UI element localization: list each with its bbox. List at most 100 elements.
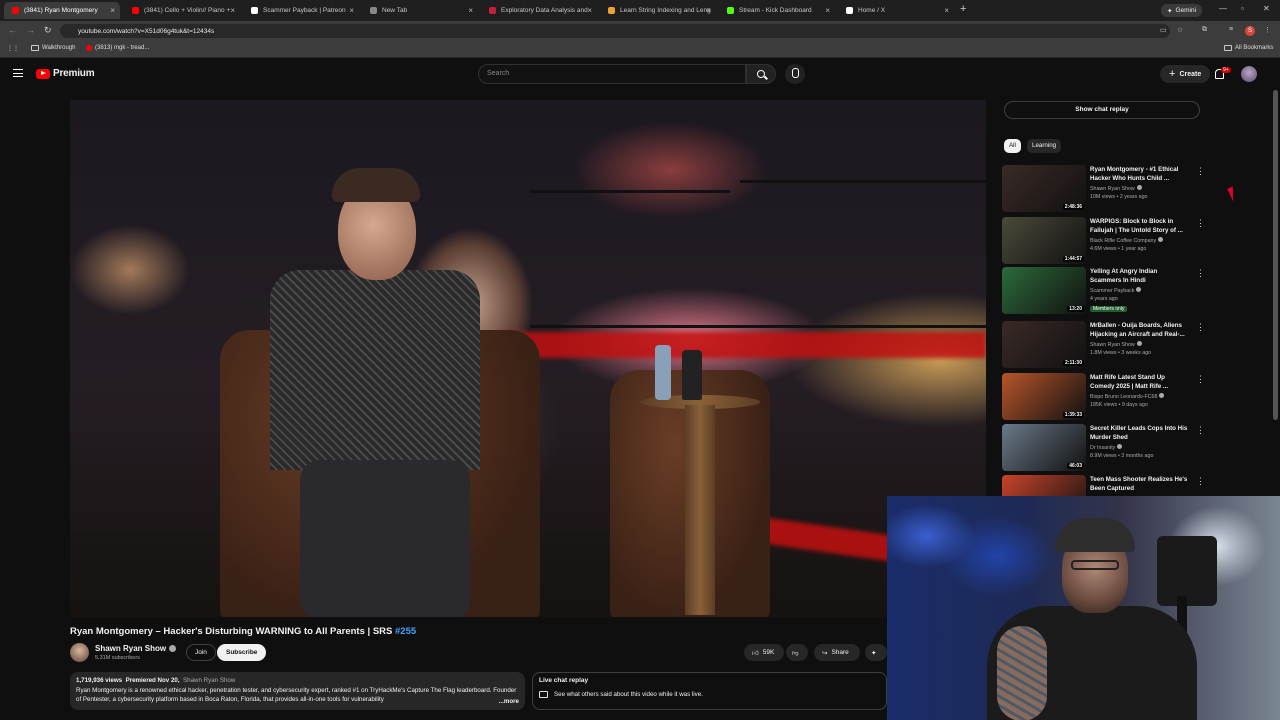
channel-name[interactable]: Bispo Bruno Leonardo-FC68: [1090, 393, 1165, 400]
more-options-icon[interactable]: ⋮: [1196, 269, 1205, 278]
video-thumbnail[interactable]: 2:48:36: [1002, 165, 1086, 212]
dislike-button[interactable]: 👎︎: [786, 644, 808, 661]
browser-tab[interactable]: Scammer Payback | Patreon ×: [243, 2, 359, 19]
browser-tab[interactable]: Stream - Kick Dashboard ×: [719, 2, 835, 19]
share-button[interactable]: ↪ Share: [814, 644, 860, 661]
tab-close-icon[interactable]: ×: [706, 6, 711, 15]
bookmark-mgk[interactable]: (3813) mgk - tread...: [86, 45, 149, 51]
video-title[interactable]: Ryan Montgomery - #1 Ethical Hacker Who …: [1090, 165, 1190, 183]
channel-name[interactable]: Shawn Ryan Show: [95, 644, 177, 653]
folder-icon: [1224, 45, 1232, 51]
tab-close-icon[interactable]: ×: [230, 6, 235, 15]
minimize-button[interactable]: —: [1219, 4, 1227, 13]
forward-button[interactable]: →: [26, 25, 35, 35]
channel-name-text: Scammer Payback: [1090, 288, 1135, 294]
tab-favicon-icon: [608, 7, 615, 14]
video-duration: 46:03: [1067, 463, 1084, 469]
like-button[interactable]: 👍︎ 59K: [744, 644, 784, 661]
chip-learning[interactable]: Learning: [1027, 139, 1062, 153]
tab-close-icon[interactable]: ×: [468, 6, 473, 15]
more-options-icon[interactable]: ⋮: [1196, 375, 1205, 384]
channel-name[interactable]: Black Rifle Coffee Company: [1090, 237, 1164, 244]
bookmark-star-icon[interactable]: ☆: [1177, 26, 1183, 34]
video-thumbnail[interactable]: 1:39:33: [1002, 373, 1086, 420]
more-options-icon[interactable]: ⋮: [1196, 426, 1205, 435]
apps-icon[interactable]: ⋮⋮: [7, 45, 19, 52]
browser-tab[interactable]: Home / X ×: [838, 2, 954, 19]
live-chat-replay-panel[interactable]: Live chat replay See what others said ab…: [532, 672, 887, 710]
more-actions-button[interactable]: ✦: [865, 644, 887, 661]
video-title[interactable]: MrBallen - Ouija Boards, Aliens Hijackin…: [1090, 321, 1190, 339]
premiere-date: Premiered Nov 20,: [125, 677, 180, 684]
video-title[interactable]: WARPIGS: Block to Block in Fallujah | Th…: [1090, 217, 1190, 235]
video-title[interactable]: Secret Killer Leads Cops Into His Murder…: [1090, 424, 1190, 442]
recommended-video[interactable]: 2:11:30 MrBallen - Ouija Boards, Aliens H…: [1002, 321, 1205, 371]
tab-close-icon[interactable]: ×: [587, 6, 592, 15]
bookmark-walkthrough[interactable]: Walkthrough: [31, 45, 75, 51]
maximize-button[interactable]: ▫: [1241, 4, 1244, 13]
video-thumbnail[interactable]: 46:03: [1002, 424, 1086, 471]
more-options-icon[interactable]: ⋮: [1196, 477, 1205, 486]
video-title[interactable]: Matt Rife Latest Stand Up Comedy 2025 | …: [1090, 373, 1190, 391]
video-title[interactable]: Teen Mass Shooter Realizes He's Been Cap…: [1090, 475, 1190, 493]
channel-name[interactable]: Scammer Payback: [1090, 287, 1142, 294]
browser-tab[interactable]: (3841) Ryan Montgomery ×: [4, 2, 120, 19]
voice-search-button[interactable]: [785, 64, 805, 84]
channel-avatar[interactable]: [70, 643, 89, 662]
channel-name[interactable]: Dr Insanity: [1090, 444, 1123, 451]
menu-lines-icon[interactable]: ≡: [1229, 26, 1233, 33]
account-avatar[interactable]: [1241, 66, 1257, 82]
video-description[interactable]: 1,719,936 views Premiered Nov 20, Shawn …: [70, 672, 525, 710]
more-options-icon[interactable]: ⋮: [1196, 323, 1205, 332]
extensions-icon[interactable]: ⧉: [1202, 26, 1207, 34]
search-input[interactable]: Search: [478, 64, 746, 84]
tab-close-icon[interactable]: ×: [349, 6, 354, 15]
create-button[interactable]: + Create: [1160, 65, 1211, 83]
tab-close-icon[interactable]: ×: [944, 6, 949, 15]
browser-tab[interactable]: Learn String Indexing and Leng ×: [600, 2, 716, 19]
reload-button[interactable]: ↻: [44, 25, 52, 36]
channel-name[interactable]: Shawn Ryan Show: [1090, 341, 1142, 348]
cast-icon[interactable]: ▭: [1160, 26, 1167, 34]
tab-close-icon[interactable]: ×: [825, 6, 830, 15]
chrome-profile-avatar[interactable]: S: [1245, 26, 1255, 36]
recommended-video[interactable]: 2:48:36 Ryan Montgomery - #1 Ethical Hack…: [1002, 165, 1205, 215]
notification-badge: 9+: [1221, 67, 1231, 73]
page-scrollbar[interactable]: [1273, 90, 1278, 420]
show-more-link[interactable]: ...more: [496, 696, 519, 706]
close-window-button[interactable]: ✕: [1263, 4, 1270, 13]
show-chat-replay-button[interactable]: Show chat replay: [1004, 101, 1200, 119]
youtube-logo[interactable]: Premium: [36, 68, 95, 79]
video-hashtag[interactable]: #255: [395, 626, 416, 637]
recommended-video[interactable]: 1:44:57 WARPIGS: Block to Block in Falluj…: [1002, 217, 1205, 267]
subscribe-button[interactable]: Subscribe: [217, 644, 267, 661]
all-bookmarks[interactable]: All Bookmarks: [1224, 45, 1273, 51]
chrome-menu-icon[interactable]: ⋮: [1264, 26, 1271, 34]
url-input[interactable]: youtube.com/watch?v=X51d06g4tuk&t=12434s: [60, 24, 1170, 38]
channel-name[interactable]: Shawn Ryan Show: [1090, 185, 1142, 192]
tab-title: (3841) Ryan Montgomery: [24, 7, 98, 14]
browser-tab[interactable]: Exploratory Data Analysis and ×: [481, 2, 597, 19]
video-thumbnail[interactable]: 13:20: [1002, 267, 1086, 314]
tab-close-icon[interactable]: ×: [110, 6, 115, 15]
video-title[interactable]: Yelling At Angry Indian Scammers In Hind…: [1090, 267, 1190, 285]
browser-tab[interactable]: New Tab ×: [362, 2, 478, 19]
more-options-icon[interactable]: ⋮: [1196, 219, 1205, 228]
video-player[interactable]: [70, 100, 986, 617]
recommended-video[interactable]: 13:20 Yelling At Angry Indian Scammers In…: [1002, 267, 1205, 317]
more-options-icon[interactable]: ⋮: [1196, 167, 1205, 176]
recommended-video[interactable]: 46:03 Secret Killer Leads Cops Into His M…: [1002, 424, 1205, 474]
browser-tab[interactable]: (3841) Cello + Violin// Piano + ×: [124, 2, 240, 19]
video-thumbnail[interactable]: 2:11:30: [1002, 321, 1086, 368]
channel-name-text: Shawn Ryan Show: [1090, 342, 1135, 348]
recommended-video[interactable]: 1:39:33 Matt Rife Latest Stand Up Comedy …: [1002, 373, 1205, 423]
new-tab-button[interactable]: +: [960, 3, 966, 15]
hamburger-menu-icon[interactable]: [13, 69, 23, 77]
join-button[interactable]: Join: [186, 644, 216, 661]
video-thumbnail[interactable]: 1:44:57: [1002, 217, 1086, 264]
back-button[interactable]: ←: [8, 25, 17, 35]
description-channel-link[interactable]: Shawn Ryan Show: [183, 677, 235, 684]
chip-all[interactable]: All: [1004, 139, 1021, 153]
gemini-button[interactable]: ✦ Gemini: [1161, 4, 1203, 17]
search-button[interactable]: [746, 64, 776, 84]
